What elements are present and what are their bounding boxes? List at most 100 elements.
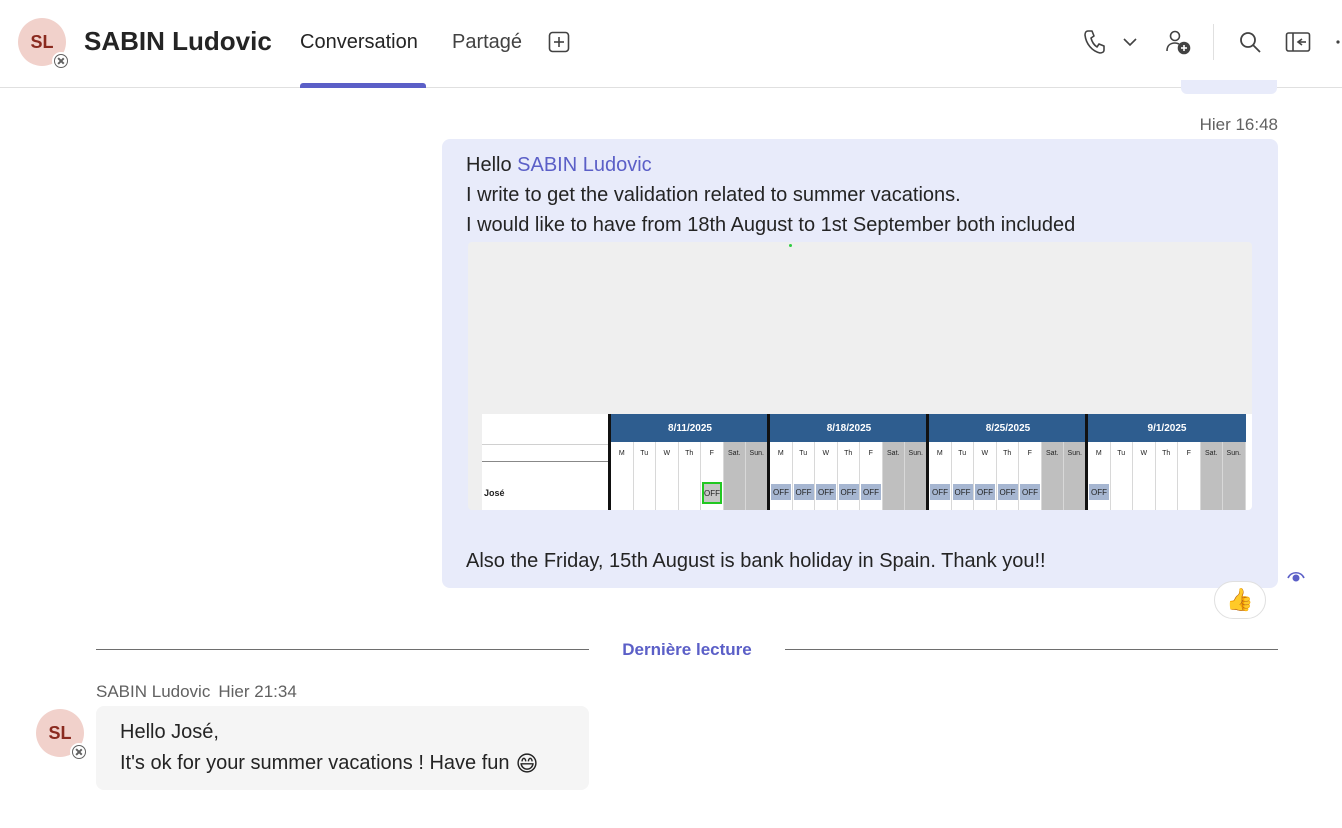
message-line: Also the Friday, 15th August is bank hol…: [466, 550, 1046, 572]
presence-offline-icon: [70, 743, 88, 761]
day-label: Th: [685, 450, 694, 457]
day-cell: Sat.: [882, 442, 905, 510]
popout-icon[interactable]: [1284, 28, 1312, 56]
day-label: Tu: [640, 450, 649, 457]
previous-message-stub: [1181, 80, 1277, 94]
phone-icon[interactable]: [1080, 28, 1108, 56]
week-date: 8/25/2025: [929, 414, 1087, 442]
week-column: 9/1/2025 M OFF Tu W Th F Sat. Sun.: [1088, 414, 1246, 510]
off-cell: OFF: [702, 482, 722, 504]
mention-link[interactable]: SABIN Ludovic: [517, 154, 652, 176]
day-label: Th: [1162, 450, 1171, 457]
add-tab-icon[interactable]: [545, 28, 573, 56]
day-label: F: [1027, 450, 1032, 457]
day-cell: M: [611, 442, 634, 510]
thumbs-up-reaction[interactable]: 👍: [1214, 581, 1266, 619]
last-read-divider: Dernière lecture: [622, 640, 752, 659]
day-cell: Sun.: [905, 442, 928, 510]
message-line: I would like to have from 18th August to…: [466, 214, 1076, 236]
day-label: Th: [844, 450, 853, 457]
day-label: W: [1140, 450, 1148, 457]
message-line: It's ok for your summer vacations ! Have…: [120, 751, 538, 777]
day-label: Sun.: [1067, 450, 1082, 457]
off-cell: OFF: [975, 484, 995, 500]
day-cell: Sun.: [746, 442, 769, 510]
day-label: W: [663, 450, 671, 457]
day-label: F: [1186, 450, 1191, 457]
tab-shared[interactable]: Partagé: [452, 31, 522, 54]
day-cell: Tu: [634, 442, 656, 510]
message-line: Hello SABIN Ludovic: [466, 154, 652, 177]
add-people-icon[interactable]: [1164, 28, 1192, 56]
day-label: Sat.: [887, 450, 900, 457]
day-cell: Th: [679, 442, 701, 510]
message-timestamp: Hier 16:48: [1199, 115, 1278, 134]
message-text: It's ok for your summer vacations ! Have…: [120, 752, 510, 774]
day-cell: Th OFF: [838, 442, 860, 510]
day-cell: Sat.: [723, 442, 746, 510]
more-icon[interactable]: [1330, 28, 1342, 56]
day-cell: Tu OFF: [952, 442, 974, 510]
received-message-bubble[interactable]: Hello José, It's ok for your summer vaca…: [96, 706, 589, 790]
seen-icon: [1287, 568, 1305, 586]
day-cell: W OFF: [815, 442, 838, 510]
day-cell: F OFF: [860, 442, 883, 510]
header-separator: [1213, 24, 1214, 60]
received-message-meta: SABIN Ludovic Hier 21:34: [96, 682, 297, 702]
vacation-spreadsheet: José 8/11/2025 M Tu W Th F OFF Sat. Sun. 8/18/202…: [482, 414, 1252, 510]
day-cell: F: [1178, 442, 1201, 510]
day-label: Tu: [958, 450, 967, 457]
divider-line-right: [785, 649, 1278, 650]
day-cell: M OFF: [1088, 442, 1111, 510]
off-cell: OFF: [997, 484, 1018, 500]
avatar[interactable]: SL: [18, 18, 70, 70]
off-cell: OFF: [861, 484, 881, 500]
day-cell: W: [1133, 442, 1156, 510]
day-cell: Tu: [1111, 442, 1133, 510]
day-label: M: [1095, 450, 1102, 457]
day-cell: Sun.: [1064, 442, 1087, 510]
message-line: I write to get the validation related to…: [466, 184, 961, 206]
chevron-down-icon[interactable]: [1116, 28, 1144, 56]
contact-name[interactable]: SABIN Ludovic: [84, 26, 272, 57]
day-label: Tu: [1117, 450, 1126, 457]
employee-name: José: [484, 488, 505, 498]
day-cell: W OFF: [974, 442, 997, 510]
week-date: 9/1/2025: [1088, 414, 1246, 442]
avatar-initials: SL: [30, 31, 54, 52]
presence-offline-icon: [52, 52, 70, 70]
day-label: W: [981, 450, 989, 457]
sent-message-bubble[interactable]: Hello SABIN Ludovic I write to get the v…: [442, 139, 1278, 588]
greeting-text: Hello: [466, 154, 518, 176]
day-label: M: [777, 450, 784, 457]
tab-conversation[interactable]: Conversation: [300, 31, 418, 54]
avatar-initials: SL: [48, 722, 72, 743]
attached-image[interactable]: José 8/11/2025 M Tu W Th F OFF Sat. Sun. 8/18/202…: [468, 242, 1252, 510]
day-cell: Sat.: [1041, 442, 1064, 510]
day-label: F: [868, 450, 873, 457]
day-label: Sat.: [1205, 450, 1218, 457]
message-line: Hello José,: [120, 721, 219, 743]
day-label: Sat.: [1046, 450, 1059, 457]
off-cell: OFF: [771, 484, 791, 500]
week-date: 8/11/2025: [611, 414, 769, 442]
day-label: Th: [1003, 450, 1012, 457]
image-artifact: [789, 244, 792, 247]
day-cell: F OFF: [701, 442, 724, 510]
off-cell: OFF: [1089, 484, 1109, 500]
day-label: M: [618, 450, 625, 457]
avatar[interactable]: SL: [36, 709, 88, 761]
active-tab-indicator: [300, 83, 426, 88]
day-cell: Th OFF: [997, 442, 1019, 510]
day-label: Tu: [799, 450, 808, 457]
day-label: Sun.: [908, 450, 923, 457]
off-cell: OFF: [838, 484, 859, 500]
off-cell: OFF: [1020, 484, 1040, 500]
day-label: Sun.: [749, 450, 764, 457]
day-label: M: [936, 450, 943, 457]
day-cell: Sat.: [1200, 442, 1223, 510]
search-icon[interactable]: [1236, 28, 1264, 56]
chat-header: SL SABIN Ludovic Conversation Partagé: [0, 0, 1342, 88]
off-cell: OFF: [952, 484, 973, 500]
sender-name: SABIN Ludovic: [96, 682, 211, 701]
